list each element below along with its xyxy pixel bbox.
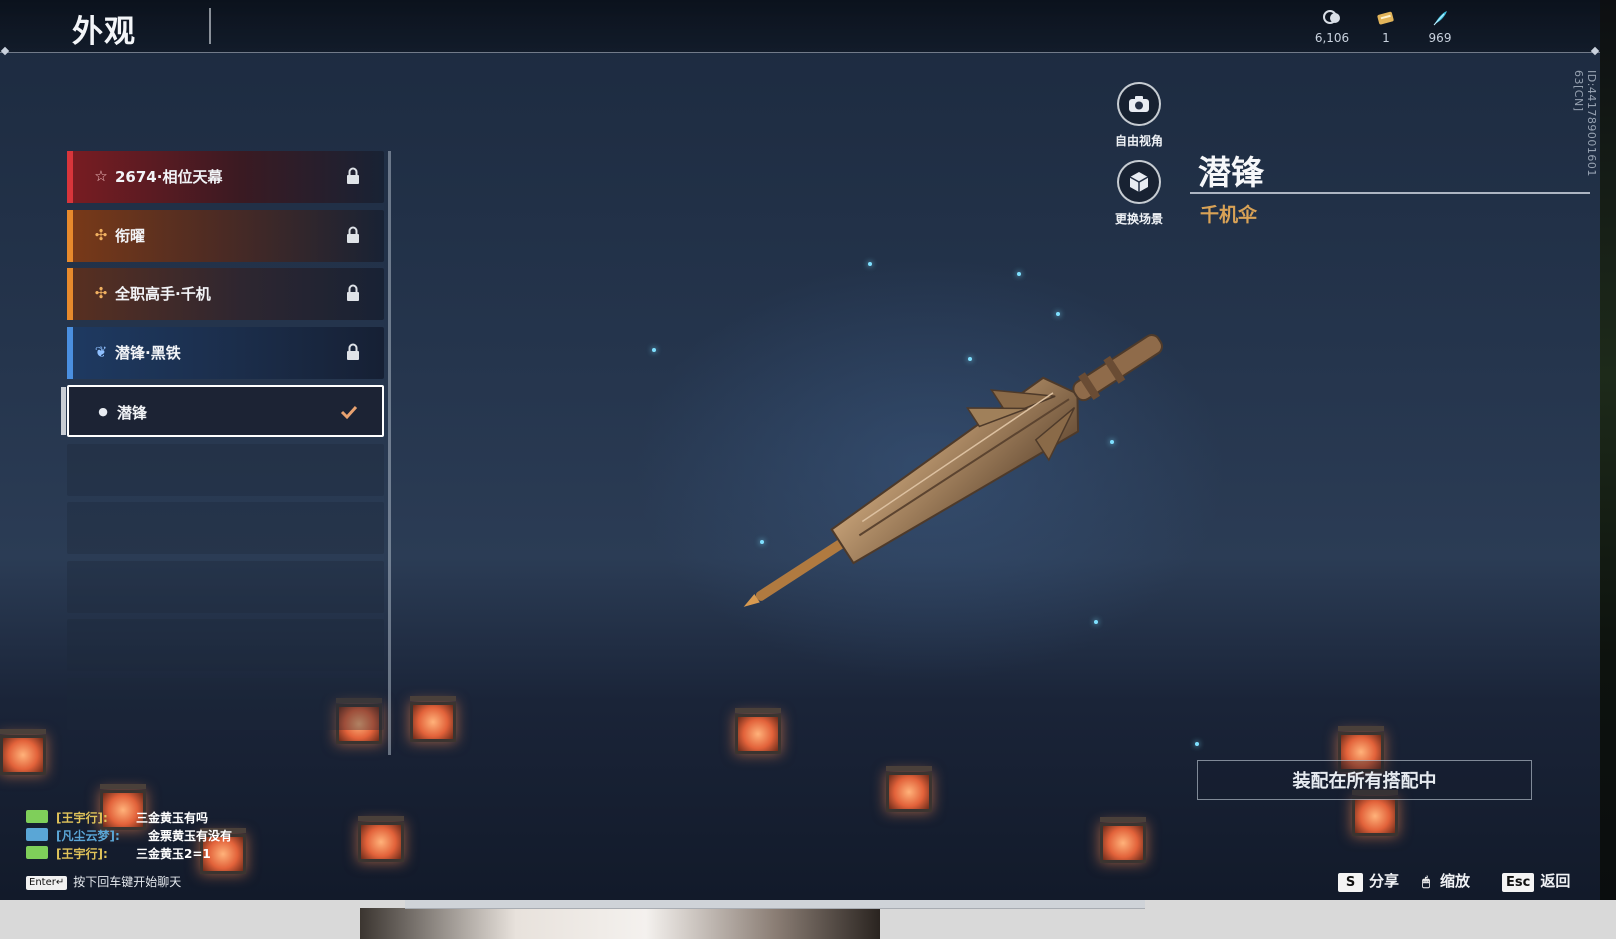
floating-lantern: [0, 729, 46, 775]
s-key: S: [1338, 873, 1363, 892]
floating-lantern: [886, 766, 932, 812]
status-strip: [405, 900, 1145, 909]
desktop-taskbar-area: [0, 900, 1616, 939]
lock-icon: [347, 343, 359, 360]
background-photo: [360, 908, 880, 939]
list-item[interactable]: ☆ 2674·相位天幕: [67, 151, 384, 203]
rarity-bar: [67, 326, 73, 379]
list-item[interactable]: ✣ 全职高手·千机: [67, 268, 384, 320]
chat-box: [王宇行]: 三金黄玉有吗 [凡尘云梦]: 金票黄玉有没有 [王宇行]: 三金黄…: [26, 808, 326, 862]
sparkle: [652, 348, 656, 352]
currency-value: 6,106: [1314, 31, 1350, 45]
cube-icon: [1117, 160, 1161, 204]
currency-coins[interactable]: 6,106: [1302, 8, 1362, 45]
chat-text: 金票黄玉有没有: [148, 829, 233, 843]
zoom-hint[interactable]: 🖱 缩放: [1418, 870, 1470, 892]
name-underline: [1190, 192, 1590, 194]
currency-feather[interactable]: 969: [1410, 8, 1470, 45]
share-label: 分享: [1369, 872, 1400, 890]
zoom-label: 缩放: [1440, 872, 1471, 890]
chat-sender[interactable]: [王宇行]:: [56, 809, 108, 826]
list-scrollbar[interactable]: [388, 151, 391, 755]
list-item-empty: [67, 560, 384, 613]
free-view-label: 自由视角: [1114, 134, 1163, 148]
chat-text: 三金黄玉2=1: [136, 847, 211, 861]
rune-orange-icon: ✣: [94, 284, 108, 302]
rarity-bar: [67, 151, 73, 203]
floating-lantern: [1100, 817, 1146, 863]
list-item[interactable]: ✣ 衔曜: [67, 209, 384, 262]
item-name: 潜锋: [1198, 153, 1264, 192]
star-outline-icon: ☆: [94, 167, 108, 185]
lock-icon: [347, 226, 359, 243]
lock-icon: [347, 167, 359, 184]
wings-icon: ❦: [94, 342, 108, 361]
change-scene-button[interactable]: 更换场景: [1099, 160, 1179, 227]
chat-channel-badge: [26, 828, 48, 841]
item-type: 千机伞: [1200, 204, 1258, 226]
chat-message: [王宇行]: 三金黄玉2=1: [26, 844, 326, 862]
list-item-label: 潜锋: [117, 404, 148, 422]
list-item-selected[interactable]: ● 潜锋: [61, 385, 384, 437]
list-item-label: 衔曜: [115, 226, 146, 245]
change-scene-label: 更换场景: [1114, 212, 1163, 226]
chat-sender[interactable]: [王宇行]:: [56, 845, 108, 862]
currency-ticket[interactable]: 1: [1356, 8, 1416, 45]
drop-icon: ●: [98, 405, 108, 418]
lock-icon: [347, 284, 359, 301]
share-hint[interactable]: S 分享: [1338, 870, 1399, 892]
currency-value: 969: [1428, 31, 1452, 45]
list-item-empty: [67, 443, 384, 496]
chat-text: 三金黄玉有吗: [136, 811, 209, 825]
checkmark-icon: [340, 405, 358, 420]
floating-lantern: [735, 708, 781, 754]
rarity-bar: [61, 387, 66, 435]
chat-message: [凡尘云梦]: 金票黄玉有没有: [26, 826, 326, 844]
chat-input-hint[interactable]: Enter↵ 按下回车键开始聊天: [26, 873, 181, 890]
currency-value: 1: [1382, 31, 1390, 45]
rarity-bar: [67, 209, 73, 262]
floating-lantern: [410, 696, 456, 742]
weapon-umbrella-model[interactable]: [700, 310, 1220, 630]
list-item-empty: [67, 619, 384, 671]
list-item-label: 潜锋·黑铁: [115, 343, 181, 362]
list-item-empty: [67, 677, 384, 730]
list-item-label: 全职高手·千机: [115, 285, 211, 303]
enter-key-icon: Enter↵: [26, 876, 68, 890]
rune-orange-icon: ✣: [94, 225, 108, 244]
desktop-background-edge: [1600, 0, 1616, 939]
sparkle: [868, 262, 872, 266]
esc-key: Esc: [1502, 873, 1535, 892]
equip-all-outfits-button[interactable]: 装配在所有搭配中: [1197, 760, 1532, 800]
list-item-label: 2674·相位天幕: [115, 168, 223, 186]
back-hint[interactable]: Esc 返回: [1502, 870, 1570, 892]
chat-sender[interactable]: [凡尘云梦]:: [56, 827, 120, 844]
chat-channel-badge: [26, 810, 48, 823]
free-view-button[interactable]: 自由视角: [1099, 82, 1179, 149]
floating-lantern: [1352, 790, 1398, 836]
rarity-bar: [67, 268, 73, 320]
title-divider: [209, 8, 211, 44]
list-item-empty: [67, 502, 384, 554]
chat-hint-text: 按下回车键开始聊天: [73, 875, 182, 889]
coin-stack-icon: [1323, 10, 1340, 24]
appearance-list: ☆ 2674·相位天幕 ✣ 衔曜 ✣ 全职高手·千机 ❦ 潜锋·黑铁 ● 潜锋: [61, 151, 384, 736]
chat-message: [王宇行]: 三金黄玉有吗: [26, 808, 326, 826]
feather-icon: [1433, 11, 1447, 26]
page-title: 外观: [72, 14, 136, 50]
floating-lantern: [358, 816, 404, 862]
back-label: 返回: [1540, 872, 1571, 890]
mouse-icon: 🖱: [1422, 875, 1430, 890]
top-bar: 外观 6,106 1 969: [0, 0, 1600, 56]
sparkle: [1017, 272, 1021, 276]
camera-icon: [1117, 82, 1161, 126]
chat-channel-badge: [26, 846, 48, 859]
player-id-label: ID:441789001601 63[CN]: [1572, 70, 1598, 177]
ticket-icon: [1377, 11, 1394, 25]
list-item[interactable]: ❦ 潜锋·黑铁: [67, 326, 384, 379]
sparkle: [1195, 742, 1199, 746]
